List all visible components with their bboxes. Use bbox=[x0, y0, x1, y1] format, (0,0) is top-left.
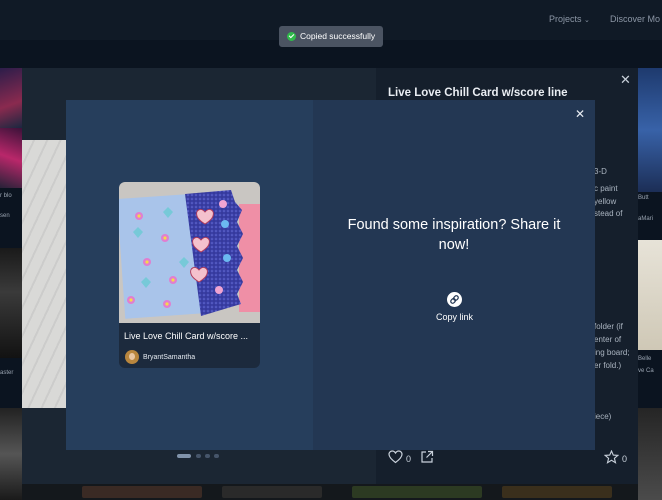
project-label: Butt bbox=[638, 195, 649, 201]
card-title: Live Love Chill Card w/score ... bbox=[124, 331, 249, 341]
projects-label: Projects bbox=[549, 14, 582, 24]
close-icon[interactable]: ✕ bbox=[575, 107, 585, 121]
project-thumbnail[interactable] bbox=[502, 486, 612, 498]
background-project-column-left: r blo sen aster bbox=[0, 68, 22, 500]
project-thumbnail-image bbox=[119, 182, 260, 323]
project-thumbnail[interactable] bbox=[0, 68, 22, 128]
project-thumbnail[interactable] bbox=[0, 128, 22, 188]
carousel-dot[interactable] bbox=[214, 454, 219, 458]
project-photo bbox=[22, 140, 66, 408]
project-thumbnail[interactable] bbox=[638, 240, 662, 350]
copy-link-label: Copy link bbox=[435, 312, 473, 322]
description-text: stead of bbox=[594, 209, 623, 218]
carousel-dot[interactable] bbox=[205, 454, 210, 458]
description-text: enter of bbox=[594, 335, 622, 344]
project-thumbnail[interactable] bbox=[638, 408, 662, 500]
description-text: yellow bbox=[594, 197, 617, 206]
description-text: ing board; bbox=[594, 348, 630, 357]
project-label: ve Ca bbox=[638, 368, 654, 374]
project-thumbnail[interactable] bbox=[0, 408, 22, 500]
heart-icon[interactable] bbox=[388, 450, 403, 469]
project-label: Belle bbox=[638, 356, 652, 362]
share-preview-panel: Live Love Chill Card w/score ... BryantS… bbox=[66, 100, 313, 450]
background-project-row-bottom bbox=[22, 484, 638, 500]
project-label: r blo bbox=[0, 193, 12, 199]
link-icon bbox=[447, 292, 462, 307]
description-text: folder (if bbox=[594, 322, 623, 331]
project-preview-card: Live Love Chill Card w/score ... BryantS… bbox=[119, 182, 260, 368]
project-actions: 0 0 bbox=[388, 449, 632, 470]
background-project-column-right: Butt aMari Belle ve Ca bbox=[638, 68, 662, 500]
share-modal: Live Love Chill Card w/score ... BryantS… bbox=[66, 100, 595, 450]
avatar bbox=[125, 350, 139, 364]
discover-link[interactable]: Discover Mo bbox=[610, 14, 660, 24]
project-thumbnail[interactable] bbox=[222, 486, 322, 498]
favorite-count: 0 bbox=[622, 454, 628, 464]
star-icon[interactable] bbox=[603, 449, 620, 469]
check-circle-icon bbox=[287, 32, 296, 41]
project-thumbnail[interactable] bbox=[638, 68, 662, 192]
description-text: 3-D bbox=[594, 167, 607, 176]
project-thumbnail[interactable] bbox=[0, 248, 22, 358]
project-title: Live Love Chill Card w/score line bbox=[388, 87, 568, 99]
share-icon[interactable] bbox=[420, 450, 434, 469]
like-count: 0 bbox=[406, 454, 412, 464]
project-label: sen bbox=[0, 213, 10, 219]
project-label: aMari bbox=[638, 216, 654, 222]
carousel-dot[interactable] bbox=[196, 454, 201, 458]
description-text: iece) bbox=[594, 412, 612, 421]
toast-message: Copied successfully bbox=[300, 31, 376, 41]
card-username: BryantSamantha bbox=[143, 354, 196, 361]
share-heading: Found some inspiration? Share it now! bbox=[347, 217, 561, 253]
projects-menu[interactable]: Projects ⌄ bbox=[549, 14, 590, 24]
project-thumbnail[interactable] bbox=[82, 486, 202, 498]
carousel-dot[interactable] bbox=[177, 454, 191, 458]
description-text: er fold.) bbox=[594, 361, 622, 370]
description-text: c paint bbox=[594, 184, 618, 193]
close-icon[interactable]: ✕ bbox=[620, 72, 631, 88]
copy-link-button[interactable]: Copy link bbox=[427, 290, 482, 326]
project-thumbnail[interactable] bbox=[352, 486, 482, 498]
toast-notification: Copied successfully bbox=[279, 26, 383, 47]
chevron-down-icon: ⌄ bbox=[584, 17, 590, 24]
project-label: aster bbox=[0, 370, 14, 376]
